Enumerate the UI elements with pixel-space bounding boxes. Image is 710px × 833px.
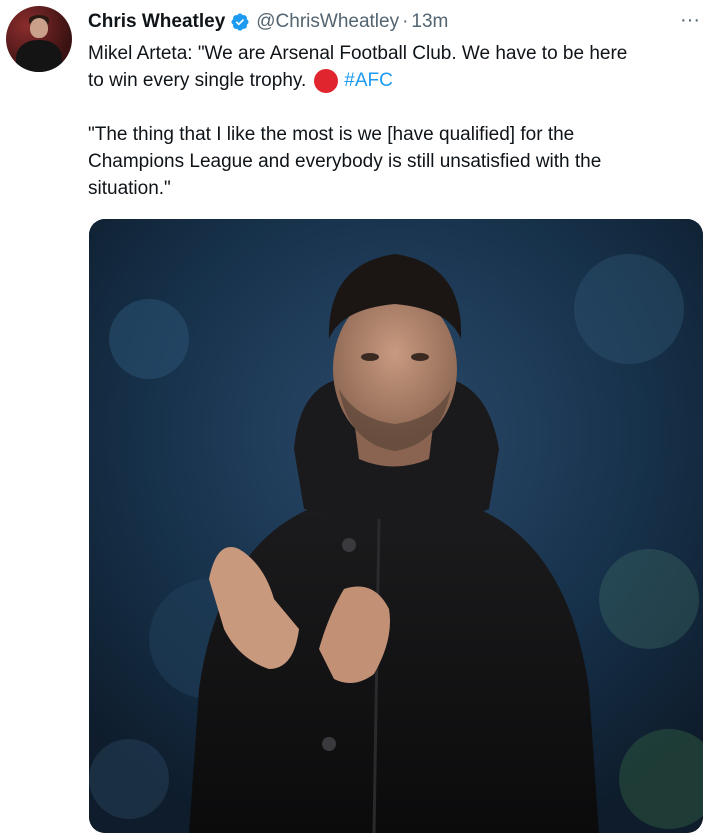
hashtag-link[interactable]: #AFC	[344, 67, 393, 94]
tweet-media-photo[interactable]	[89, 219, 703, 833]
more-options-icon[interactable]: ···	[680, 10, 700, 30]
tweet-text-line-1: Mikel Arteta: "We are Arsenal Football C…	[88, 43, 628, 64]
tweet-text: Mikel Arteta: "We are Arsenal Football C…	[88, 40, 703, 202]
separator: ·	[402, 11, 409, 32]
timestamp[interactable]: 13m	[411, 11, 448, 33]
tweet: Chris Wheatley @ChrisWheatley · 13m ··· …	[0, 0, 710, 833]
avatar[interactable]	[6, 6, 72, 72]
tweet-text-line-2: to win every single trophy. #AFC	[88, 67, 703, 94]
quote-line-3: situation."	[88, 178, 171, 199]
avatar-face	[30, 18, 48, 38]
verified-badge-icon	[231, 13, 249, 31]
avatar-body	[16, 40, 62, 72]
red-circle-emoji-icon	[314, 68, 339, 93]
author-handle[interactable]: @ChrisWheatley	[256, 11, 399, 33]
quote-line-2: Champions League and everybody is still …	[88, 151, 602, 172]
tweet-header: Chris Wheatley @ChrisWheatley · 13m ···	[88, 10, 700, 34]
quote-line-1: "The thing that I like the most is we [h…	[88, 124, 575, 145]
tweet-text-line-2-text: to win every single trophy.	[88, 70, 307, 91]
photo-illustration	[89, 219, 703, 833]
author-name[interactable]: Chris Wheatley	[88, 11, 225, 33]
